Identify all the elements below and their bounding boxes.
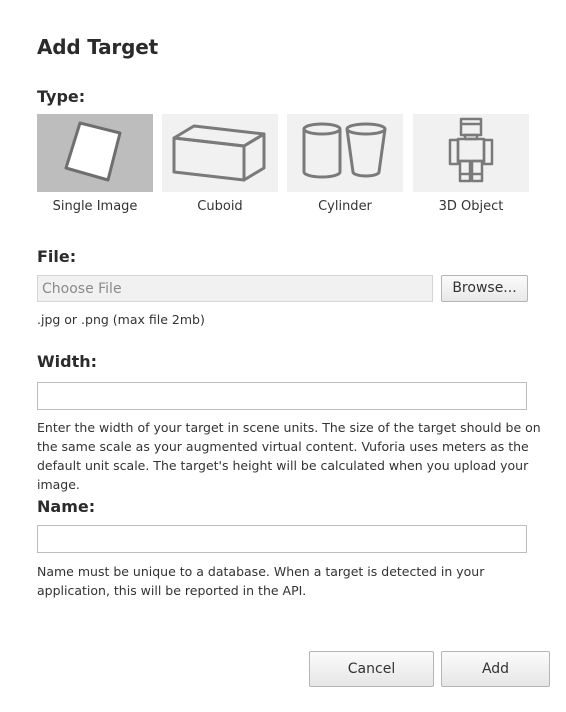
name-label: Name: bbox=[37, 497, 96, 516]
3d-object-icon bbox=[446, 116, 496, 191]
width-input[interactable] bbox=[37, 382, 527, 410]
name-hint: Name must be unique to a database. When … bbox=[37, 564, 485, 598]
single-image-icon bbox=[60, 116, 130, 191]
type-option-label: 3D Object bbox=[438, 199, 504, 214]
dialog-title: Add Target bbox=[37, 35, 158, 59]
file-label: File: bbox=[37, 247, 77, 266]
name-input[interactable] bbox=[37, 525, 527, 553]
type-option-cylinder[interactable]: Cylinder bbox=[287, 114, 403, 219]
cylinder-icon bbox=[300, 120, 390, 187]
type-option-label: Single Image bbox=[52, 199, 138, 214]
cancel-button[interactable]: Cancel bbox=[309, 651, 434, 687]
type-option-label: Cylinder bbox=[318, 199, 372, 214]
type-option-single-image[interactable]: Single Image bbox=[37, 114, 153, 219]
cuboid-icon bbox=[170, 118, 270, 189]
file-path-field[interactable]: Choose File bbox=[37, 275, 433, 302]
browse-button[interactable]: Browse... bbox=[441, 275, 528, 302]
type-option-label: Cuboid bbox=[197, 199, 243, 214]
type-label: Type: bbox=[37, 87, 86, 106]
file-hint: .jpg or .png (max file 2mb) bbox=[37, 312, 205, 327]
target-type-selector: Single Image Cuboid Cylinder 3D Object bbox=[37, 114, 529, 219]
type-option-cuboid[interactable]: Cuboid bbox=[162, 114, 278, 219]
width-label: Width: bbox=[37, 352, 98, 371]
width-hint: Enter the width of your target in scene … bbox=[37, 420, 541, 492]
type-option-3d-object[interactable]: 3D Object bbox=[413, 114, 529, 219]
add-button[interactable]: Add bbox=[441, 651, 550, 687]
